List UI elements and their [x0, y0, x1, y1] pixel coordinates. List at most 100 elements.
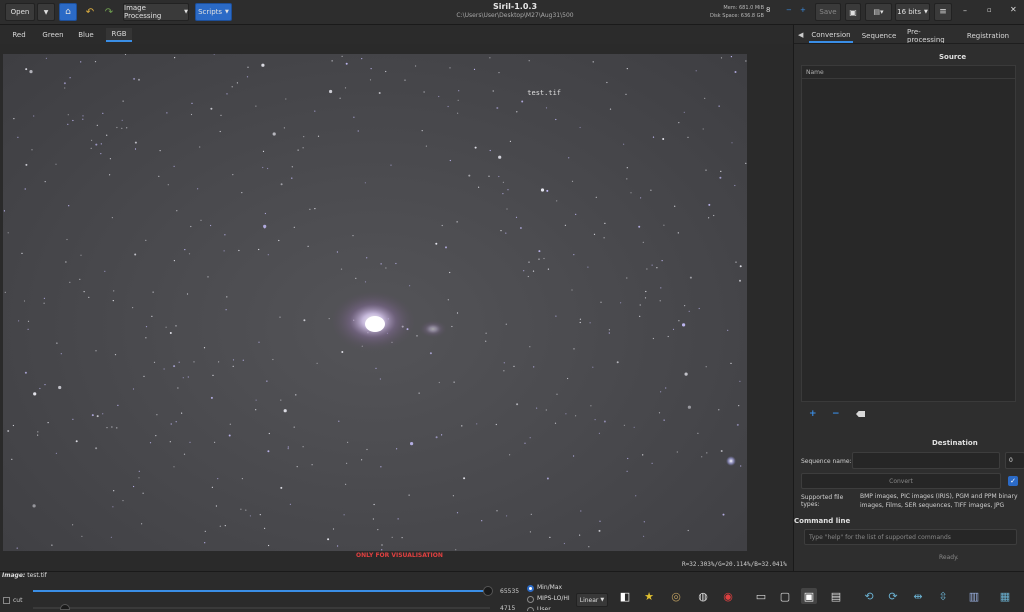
zoom-in-icon[interactable]: ▣ — [801, 588, 817, 604]
tab-green[interactable]: Green — [38, 28, 68, 42]
annotate-icon[interactable]: ◉ — [720, 588, 736, 604]
bit-depth-menu[interactable]: 16 bits ▼ — [895, 3, 930, 21]
plate-solve-globe-icon[interactable]: ◍ — [695, 588, 711, 604]
home-button[interactable]: ⌂ — [59, 3, 77, 21]
cut-checkbox[interactable] — [3, 597, 10, 604]
sequence-name-input[interactable] — [852, 452, 1000, 469]
star — [24, 371, 27, 374]
window-title: Siril-1.0.3 C:\Users\User\Desktop\M27\Au… — [440, 2, 590, 19]
star — [418, 392, 420, 394]
snapshot-button[interactable]: ▣ — [845, 3, 861, 21]
star — [219, 130, 221, 133]
convert-button[interactable]: Convert — [801, 473, 1001, 489]
star — [293, 426, 295, 428]
rotate-left-icon[interactable]: ⟲ — [861, 588, 877, 604]
star — [211, 486, 213, 488]
star — [545, 107, 548, 109]
star — [165, 326, 167, 328]
star — [366, 257, 368, 259]
zoom-original-icon[interactable]: ▤ — [828, 588, 844, 604]
star-finder-icon[interactable]: ★ — [641, 588, 657, 604]
star — [182, 377, 184, 379]
user-radio[interactable] — [527, 607, 534, 611]
tab-pre-processing[interactable]: Pre-processing — [907, 28, 957, 44]
undo-button[interactable]: ↶ — [81, 3, 99, 21]
mips-radio[interactable] — [527, 596, 534, 603]
star — [718, 105, 720, 107]
redo-button[interactable]: ↷ — [100, 3, 118, 21]
star — [401, 537, 403, 539]
add-files-button[interactable]: + — [809, 409, 817, 419]
minus-icon[interactable]: − — [786, 6, 792, 14]
minmax-radio[interactable] — [527, 585, 534, 592]
star — [173, 165, 175, 167]
zoom-out-icon[interactable]: ▢ — [777, 588, 793, 604]
star — [745, 60, 747, 62]
photometry-target-icon[interactable]: ◎ — [668, 588, 684, 604]
maximize-button[interactable]: ▫ — [987, 6, 992, 14]
clear-list-button[interactable] — [856, 411, 865, 417]
panel-collapse-arrow[interactable]: ◀ — [798, 31, 803, 39]
star — [309, 208, 311, 210]
star — [745, 162, 747, 164]
tab-conversion[interactable]: Conversion — [809, 29, 853, 43]
star — [328, 318, 330, 320]
tab-sequence[interactable]: Sequence — [859, 29, 899, 43]
color-saturation-icon[interactable]: ▦ — [997, 588, 1013, 604]
star — [264, 212, 266, 215]
star — [500, 230, 502, 232]
mirror-vertical-icon[interactable]: ⇳ — [935, 588, 951, 604]
star — [684, 305, 686, 307]
hi-slider[interactable] — [33, 590, 490, 592]
star — [176, 210, 178, 212]
star — [138, 477, 140, 479]
main-menu-button[interactable]: ≡ — [934, 3, 952, 21]
source-file-list[interactable]: Name — [801, 65, 1016, 402]
rotate-right-icon[interactable]: ⟳ — [885, 588, 901, 604]
star — [47, 422, 49, 424]
star — [435, 436, 438, 439]
star — [340, 268, 343, 270]
snapshot-icon: ▣ — [849, 7, 857, 17]
star — [174, 57, 176, 59]
star — [720, 57, 723, 59]
tab-red[interactable]: Red — [6, 28, 32, 42]
close-button[interactable]: ✕ — [1010, 5, 1017, 14]
star — [364, 182, 366, 184]
chevron-down-icon: ▼ — [43, 8, 49, 16]
tab-registration[interactable]: Registration — [967, 29, 1009, 43]
star — [658, 412, 661, 414]
sequence-start-index[interactable]: 0 — [1005, 452, 1024, 469]
photometry-icon: ▤▾ — [873, 8, 884, 16]
mirror-horizontal-icon[interactable]: ⇹ — [910, 588, 926, 604]
hi-slider-handle[interactable] — [483, 586, 493, 596]
star — [396, 448, 398, 450]
tab-rgb[interactable]: RGB — [106, 28, 132, 42]
tab-blue[interactable]: Blue — [72, 28, 100, 42]
scale-select[interactable]: Linear ▼ — [576, 593, 608, 607]
photometry-menu[interactable]: ▤▾ — [865, 3, 892, 21]
star — [100, 153, 102, 155]
image-processing-menu[interactable]: Image Processing ▼ — [123, 3, 189, 21]
lo-slider-handle[interactable] — [60, 604, 70, 610]
histogram-icon[interactable]: ▥ — [966, 588, 982, 604]
open-button[interactable]: Open — [5, 3, 35, 21]
list-column-name: Name — [802, 66, 1015, 79]
command-line-input[interactable]: Type "help" for the list of supported co… — [804, 529, 1017, 545]
zoom-fit-icon[interactable]: ▭ — [753, 588, 769, 604]
star — [627, 457, 629, 460]
star — [178, 361, 180, 363]
debayer-checkbox[interactable]: ✓ — [1008, 476, 1018, 486]
threads-spinner[interactable]: 8 − + — [766, 6, 808, 18]
scripts-menu[interactable]: Scripts ▼ — [195, 3, 232, 21]
astro-image[interactable] — [3, 54, 747, 551]
recent-files-dropdown[interactable]: ▼ — [37, 3, 55, 21]
negative-view-icon[interactable]: ◧ — [617, 588, 633, 604]
star — [291, 177, 293, 179]
remove-files-button[interactable]: − — [832, 409, 840, 419]
minimize-button[interactable]: – — [963, 6, 967, 15]
plus-icon[interactable]: + — [800, 6, 806, 14]
save-button[interactable]: Save — [815, 3, 841, 21]
star — [96, 415, 99, 418]
star — [266, 380, 268, 382]
